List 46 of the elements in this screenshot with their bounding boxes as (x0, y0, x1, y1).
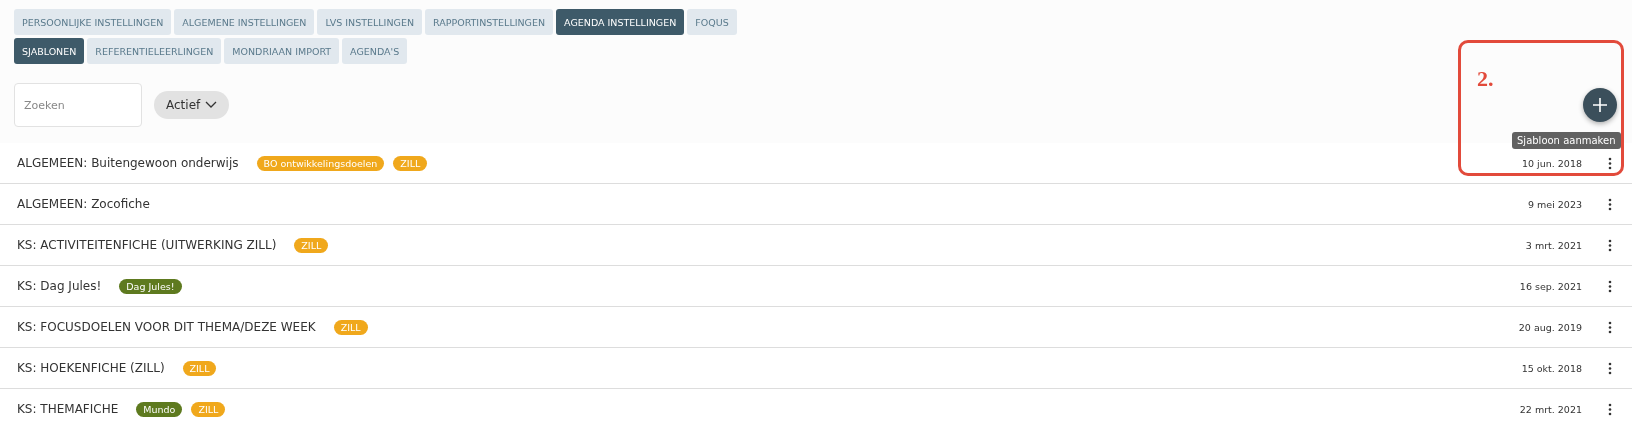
tag: ZILL (191, 401, 226, 417)
chevron-down-icon (205, 101, 218, 109)
template-title: KS: HOEKENFICHE (ZILL) (17, 361, 165, 375)
tag: Mundo (136, 401, 183, 417)
tab[interactable]: LVS INSTELLINGEN (317, 9, 422, 35)
template-title: ALGEMEEN: Buitengewoon onderwijs (17, 156, 239, 170)
date-label: 10 jun. 2018 (1522, 157, 1582, 169)
date-label: 9 mei 2023 (1528, 198, 1582, 210)
more-vertical-icon (1608, 279, 1612, 293)
more-vertical-icon (1608, 320, 1612, 334)
template-title: KS: THEMAFICHE (17, 402, 119, 416)
tab[interactable]: REFERENTIELEERLINGEN (87, 38, 222, 64)
tooltip: Sjabloon aanmaken (1512, 132, 1621, 149)
template-title: KS: ACTIVITEITENFICHE (UITWERKING ZILL) (17, 238, 277, 252)
more-vertical-icon (1608, 156, 1612, 170)
tab[interactable]: AGENDA INSTELLINGEN (556, 9, 685, 35)
template-title: ALGEMEEN: Zocofiche (17, 197, 150, 211)
template-title: KS: FOCUSDOELEN VOOR DIT THEMA/DEZE WEEK (17, 320, 316, 334)
tab[interactable]: RAPPORTINSTELLINGEN (425, 9, 554, 35)
filter-dropdown[interactable]: Actief (154, 91, 230, 119)
tag: ZILL (393, 155, 428, 171)
date-label: 22 mrt. 2021 (1519, 403, 1582, 415)
tab[interactable]: FOQUS (687, 9, 737, 35)
search-field[interactable]: Zoeken (14, 83, 142, 127)
tag: Dag Jules! (119, 278, 182, 294)
more-vertical-icon (1608, 361, 1612, 375)
date-label: 3 mrt. 2021 (1525, 239, 1582, 251)
tag: ZILL (294, 237, 329, 253)
more-vertical-icon (1608, 238, 1612, 252)
tab[interactable]: PERSOONLIJKE INSTELLINGEN (14, 9, 172, 35)
date-label: 20 aug. 2019 (1518, 321, 1582, 333)
tab[interactable]: MONDRIAAN IMPORT (224, 38, 340, 64)
plus-icon (1593, 98, 1607, 112)
add-button[interactable] (1583, 88, 1617, 122)
tab[interactable]: AGENDA'S (342, 38, 408, 64)
tab[interactable]: ALGEMENE INSTELLINGEN (174, 9, 315, 35)
tag: BO ontwikkelingsdoelen (256, 155, 385, 171)
template-title: KS: Dag Jules! (17, 279, 102, 293)
tab[interactable]: SJABLONEN (14, 38, 85, 64)
date-label: 16 sep. 2021 (1519, 280, 1582, 292)
annotation-label: 2. (1477, 66, 1494, 92)
tag: ZILL (182, 360, 217, 376)
more-vertical-icon (1608, 402, 1612, 416)
date-label: 15 okt. 2018 (1521, 362, 1582, 374)
more-vertical-icon (1608, 197, 1612, 211)
tag: ZILL (333, 319, 368, 335)
